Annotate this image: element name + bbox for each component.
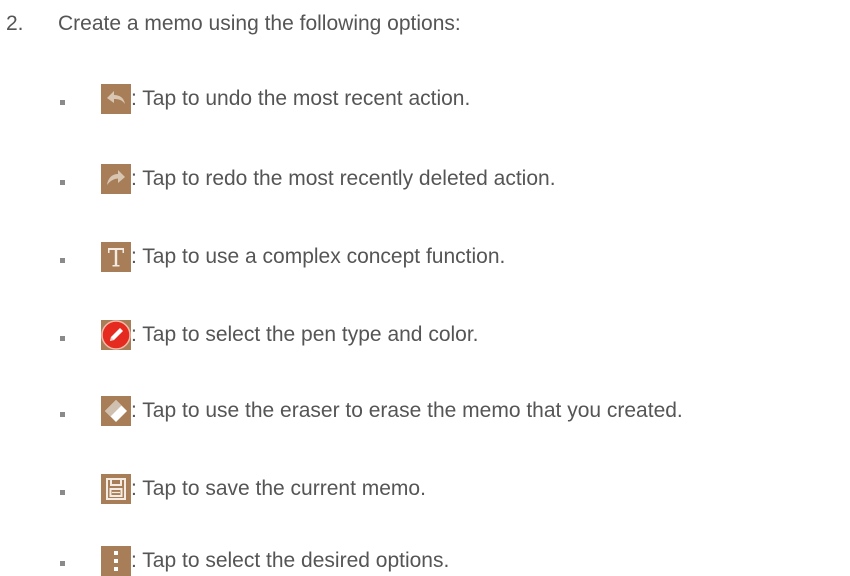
list-item-pen: : Tap to select the pen type and color. [60, 318, 479, 352]
option-description: : Tap to use a complex concept function. [131, 245, 506, 268]
option-description: : Tap to undo the most recent action. [131, 87, 471, 110]
redo-icon [101, 164, 131, 194]
text-icon [101, 242, 131, 272]
list-item-eraser: : Tap to use the eraser to erase the mem… [60, 394, 683, 428]
bullet [60, 257, 65, 263]
bullet [60, 411, 65, 417]
option-description: : Tap to select the desired options. [131, 548, 450, 572]
eraser-icon [101, 396, 131, 426]
list-item-redo: : Tap to redo the most recently deleted … [60, 162, 556, 196]
bullet [60, 179, 65, 185]
undo-icon [101, 84, 131, 114]
bullet [60, 335, 65, 341]
bullet [60, 489, 65, 495]
pen-icon [101, 320, 131, 350]
list-item-save: : Tap to save the current memo. [60, 472, 426, 506]
option-description: : Tap to save the current memo. [131, 477, 426, 500]
option-description: : Tap to select the pen type and color. [131, 323, 479, 346]
list-item-more-options: : Tap to select the desired options. [60, 545, 450, 576]
list-item-text: : Tap to use a complex concept function. [60, 240, 505, 274]
bullet [60, 561, 65, 566]
save-icon [101, 474, 131, 504]
option-description: : Tap to redo the most recently deleted … [131, 167, 556, 190]
bullet [60, 99, 65, 105]
options-list: : Tap to undo the most recent action. : … [0, 0, 850, 576]
more-options-icon [101, 545, 131, 576]
list-item-undo: : Tap to undo the most recent action. [60, 82, 470, 116]
option-description: : Tap to use the eraser to erase the mem… [131, 399, 683, 422]
